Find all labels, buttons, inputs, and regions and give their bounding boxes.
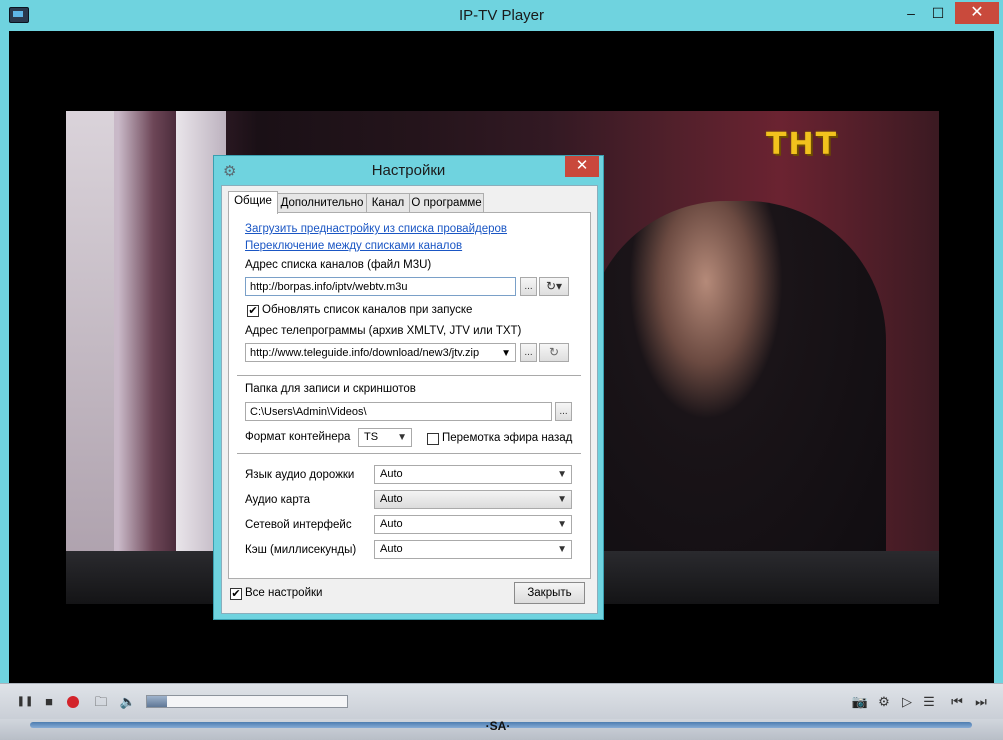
next-channel-button[interactable]: ⏭	[972, 694, 990, 710]
tab-advanced[interactable]: Дополнительно	[277, 193, 367, 213]
dialog-titlebar: ⚙ Настройки ✕	[214, 156, 603, 184]
container-format-value: TS	[364, 431, 379, 443]
audio-card-label: Аудио карта	[245, 494, 310, 506]
epg-address-label: Адрес телепрограммы (архив XMLTV, JTV ил…	[245, 325, 522, 337]
close-dialog-button[interactable]: Закрыть	[514, 582, 585, 604]
record-folder-label: Папка для записи и скриншотов	[245, 383, 416, 395]
audio-card-select[interactable]: Auto ▼	[374, 490, 572, 509]
network-interface-label: Сетевой интерфейс	[245, 519, 352, 531]
playlist-address-label: Адрес списка каналов (файл M3U)	[245, 259, 432, 271]
all-settings-checkbox[interactable]: ✔	[230, 588, 242, 600]
network-interface-value: Auto	[380, 518, 403, 530]
channel-list-button[interactable]: ☰	[920, 694, 938, 710]
playlist-refresh-dropdown-button[interactable]: ↻▾	[539, 277, 569, 296]
window-title: IP-TV Player	[458, 7, 545, 24]
chevron-down-icon: ▼	[557, 519, 567, 530]
tab-general[interactable]: Общие	[228, 191, 278, 214]
volume-button[interactable]: 🔈	[119, 694, 137, 710]
general-tab-panel: Загрузить преднастройку из списка провай…	[228, 212, 591, 579]
audio-track-select[interactable]: Auto ▼	[374, 465, 572, 484]
maximize-button[interactable]: ☐	[925, 2, 951, 24]
volume-slider-fill	[147, 696, 167, 707]
open-folder-button[interactable]: 🗀	[92, 694, 110, 710]
record-icon	[67, 696, 79, 708]
chevron-down-icon: ▼	[557, 544, 567, 555]
position-handle[interactable]: ·SA·	[483, 719, 513, 739]
audio-track-value: Auto	[380, 468, 403, 480]
settings-button[interactable]: ⚙	[875, 694, 893, 710]
tab-about[interactable]: О программе	[409, 193, 484, 213]
play-mode-button[interactable]: ▷	[898, 694, 916, 710]
audio-card-value: Auto	[380, 493, 403, 505]
update-on-start-checkbox[interactable]: ✔	[247, 305, 259, 317]
close-window-button[interactable]: ✕	[955, 2, 999, 24]
cache-value: Auto	[380, 543, 403, 555]
folder-browse-button[interactable]: ...	[555, 402, 572, 421]
chevron-down-icon: ▼	[501, 348, 511, 359]
playlist-url-input[interactable]: http://borpas.info/iptv/webtv.m3u	[245, 277, 516, 296]
pause-button[interactable]: ❚❚	[16, 694, 34, 710]
switch-playlists-link[interactable]: Переключение между списками каналов	[245, 240, 462, 252]
dialog-title: Настройки	[371, 162, 446, 179]
volume-slider[interactable]	[146, 695, 348, 708]
record-folder-input[interactable]: C:\Users\Admin\Videos\	[245, 402, 552, 421]
all-settings-label: Все настройки	[245, 587, 323, 599]
container-format-select[interactable]: TS ▼	[358, 428, 412, 447]
epg-url-value: http://www.teleguide.info/download/new3/…	[250, 347, 480, 359]
chevron-down-icon: ▼	[557, 469, 567, 480]
epg-browse-button[interactable]: ...	[520, 343, 537, 362]
epg-url-combobox[interactable]: http://www.teleguide.info/download/new3/…	[245, 343, 516, 362]
snapshot-button[interactable]: 📷	[851, 694, 869, 710]
epg-refresh-button[interactable]: ↻	[539, 343, 569, 362]
dialog-close-button[interactable]: ✕	[565, 156, 599, 177]
cache-select[interactable]: Auto ▼	[374, 540, 572, 559]
chevron-down-icon: ▼	[397, 432, 407, 443]
update-on-start-label: Обновлять список каналов при запуске	[262, 304, 473, 316]
container-format-label: Формат контейнера	[245, 431, 351, 443]
chevron-down-icon: ▼	[557, 494, 567, 505]
audio-track-label: Язык аудио дорожки	[245, 469, 355, 481]
position-track[interactable]: ·SA·	[0, 719, 1003, 740]
cache-label: Кэш (миллисекунды)	[245, 544, 357, 556]
timeshift-label: Перемотка эфира назад	[442, 432, 573, 444]
minimize-button[interactable]: –	[898, 2, 924, 24]
tab-channel[interactable]: Канал	[366, 193, 410, 213]
playback-control-bar: ❚❚ ■ 🗀 🔈 📷 ⚙ ▷ ☰ ⏮ ⏭	[0, 683, 1003, 720]
previous-channel-button[interactable]: ⏮	[948, 694, 966, 710]
load-provider-preset-link[interactable]: Загрузить преднастройку из списка провай…	[245, 223, 507, 235]
playlist-browse-button[interactable]: ...	[520, 277, 537, 296]
record-button[interactable]	[64, 694, 82, 710]
timeshift-checkbox[interactable]	[427, 433, 439, 445]
window-titlebar: IP-TV Player – ☐ ✕	[0, 0, 1003, 31]
presenter-figure	[586, 201, 886, 604]
stop-button[interactable]: ■	[40, 694, 58, 710]
section-divider	[237, 375, 581, 376]
settings-dialog: ⚙ Настройки ✕ Общие Дополнительно Канал …	[213, 155, 604, 620]
network-interface-select[interactable]: Auto ▼	[374, 515, 572, 534]
studio-backdrop-left	[66, 111, 114, 604]
dialog-body: Общие Дополнительно Канал О программе За…	[221, 185, 598, 614]
channel-logo: ТНТ	[766, 127, 839, 162]
section-divider	[237, 453, 581, 454]
